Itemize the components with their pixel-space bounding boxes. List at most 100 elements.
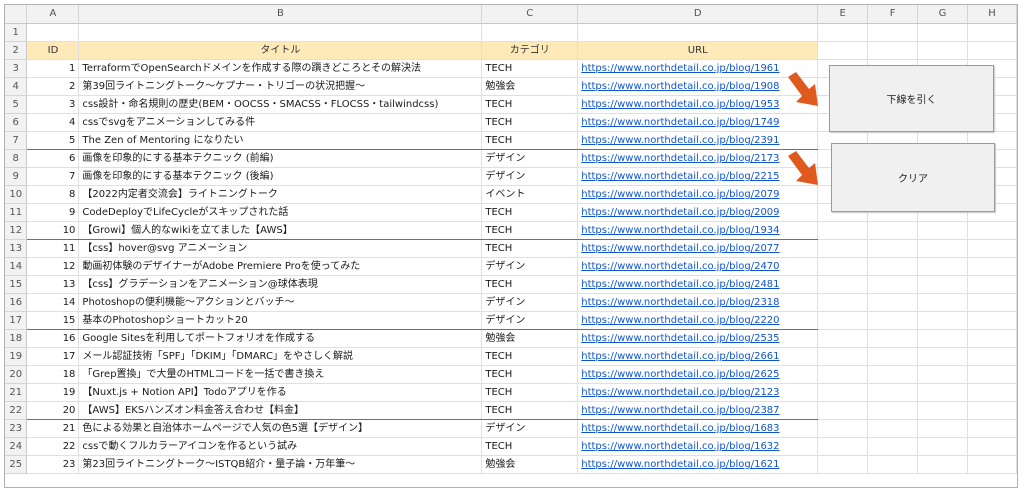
url-link[interactable]: https://www.northdetail.co.jp/blog/1621 [581,459,779,470]
id-cell[interactable]: 6 [26,149,80,168]
url-link[interactable]: https://www.northdetail.co.jp/blog/2470 [581,261,779,272]
empty-cell[interactable] [967,257,1017,276]
row-header[interactable]: 8 [5,149,28,168]
title-cell[interactable]: Photoshopの便利機能～アクションとバッチ～ [78,293,483,312]
url-link[interactable]: https://www.northdetail.co.jp/blog/2077 [581,243,779,254]
title-cell[interactable]: 基本のPhotoshopショートカット20 [78,311,483,330]
url-cell[interactable]: https://www.northdetail.co.jp/blog/1683 [577,419,819,438]
url-link[interactable]: https://www.northdetail.co.jp/blog/1953 [581,99,779,110]
row-header[interactable]: 16 [5,293,28,312]
url-link[interactable]: https://www.northdetail.co.jp/blog/2220 [581,315,779,326]
title-cell[interactable]: 動画初体験のデザイナーがAdobe Premiere Proを使ってみた [78,257,483,276]
id-cell[interactable]: 10 [26,221,80,240]
url-link[interactable]: https://www.northdetail.co.jp/blog/2481 [581,279,779,290]
empty-cell[interactable] [78,23,483,42]
column-header-a[interactable]: A [26,5,80,24]
empty-cell[interactable] [817,311,869,330]
empty-cell[interactable] [817,221,869,240]
category-cell[interactable]: イベント [481,185,579,204]
underline-button[interactable]: 下線を引く [829,65,994,132]
category-cell[interactable]: TECH [481,131,579,150]
column-header-c[interactable]: C [481,5,579,24]
id-cell[interactable]: 1 [26,59,80,78]
empty-cell[interactable] [817,401,869,420]
empty-cell[interactable] [967,293,1017,312]
empty-cell[interactable] [967,455,1017,474]
empty-cell[interactable] [917,257,968,276]
title-cell[interactable]: 画像を印象的にする基本テクニック (後編) [78,167,483,186]
id-cell[interactable]: 15 [26,311,80,330]
id-cell[interactable]: 14 [26,293,80,312]
empty-cell[interactable] [867,437,919,456]
header-title-cell[interactable]: タイトル [78,41,483,60]
empty-cell[interactable] [917,401,968,420]
category-cell[interactable]: デザイン [481,149,579,168]
empty-cell[interactable] [577,23,819,42]
title-cell[interactable]: 第23回ライトニングトーク～ISTQB紹介・量子論・万年筆～ [78,455,483,474]
empty-cell[interactable] [967,41,1017,60]
url-cell[interactable]: https://www.northdetail.co.jp/blog/1621 [577,455,819,474]
id-cell[interactable]: 11 [26,239,80,258]
row-header[interactable]: 14 [5,257,28,276]
row-header[interactable]: 20 [5,365,28,384]
category-cell[interactable]: TECH [481,239,579,258]
empty-cell[interactable] [967,275,1017,294]
empty-cell[interactable] [867,365,919,384]
empty-cell[interactable] [917,23,968,42]
id-cell[interactable]: 8 [26,185,80,204]
empty-cell[interactable] [817,383,869,402]
header-category-cell[interactable]: カテゴリ [481,41,579,60]
url-cell[interactable]: https://www.northdetail.co.jp/blog/2123 [577,383,819,402]
row-header[interactable]: 18 [5,329,28,348]
id-cell[interactable]: 7 [26,167,80,186]
row-header[interactable]: 17 [5,311,28,330]
url-cell[interactable]: https://www.northdetail.co.jp/blog/1632 [577,437,819,456]
row-header[interactable]: 5 [5,95,28,114]
title-cell[interactable]: The Zen of Mentoring になりたい [78,131,483,150]
empty-cell[interactable] [817,365,869,384]
category-cell[interactable]: 勉強会 [481,77,579,96]
title-cell[interactable]: 第39回ライトニングトーク～ケプナー・トリゴーの状況把握～ [78,77,483,96]
category-cell[interactable]: デザイン [481,293,579,312]
id-cell[interactable]: 16 [26,329,80,348]
row-header[interactable]: 10 [5,185,28,204]
title-cell[interactable]: 【css】hover@svg アニメーション [78,239,483,258]
empty-cell[interactable] [817,275,869,294]
category-cell[interactable]: TECH [481,347,579,366]
category-cell[interactable]: TECH [481,221,579,240]
url-link[interactable]: https://www.northdetail.co.jp/blog/1934 [581,225,779,236]
category-cell[interactable]: デザイン [481,167,579,186]
empty-cell[interactable] [917,419,968,438]
header-id-cell[interactable]: ID [26,41,80,60]
empty-cell[interactable] [867,221,919,240]
empty-cell[interactable] [817,239,869,258]
id-cell[interactable]: 4 [26,113,80,132]
category-cell[interactable]: TECH [481,203,579,222]
title-cell[interactable]: Google Sitesを利用してポートフォリオを作成する [78,329,483,348]
row-header[interactable]: 3 [5,59,28,78]
title-cell[interactable]: メール認証技術「SPF」「DKIM」「DMARC」をやさしく解説 [78,347,483,366]
url-link[interactable]: https://www.northdetail.co.jp/blog/2625 [581,369,779,380]
id-cell[interactable]: 21 [26,419,80,438]
empty-cell[interactable] [867,23,919,42]
empty-cell[interactable] [917,383,968,402]
row-header[interactable]: 24 [5,437,28,456]
category-cell[interactable]: デザイン [481,419,579,438]
empty-cell[interactable] [867,275,919,294]
title-cell[interactable]: 「Grep置換」で大量のHTMLコードを一括で書き換え [78,365,483,384]
category-cell[interactable]: デザイン [481,311,579,330]
url-link[interactable]: https://www.northdetail.co.jp/blog/1683 [581,423,779,434]
row-header[interactable]: 6 [5,113,28,132]
row-header[interactable]: 13 [5,239,28,258]
empty-cell[interactable] [817,419,869,438]
empty-cell[interactable] [867,383,919,402]
title-cell[interactable]: 【Nuxt.js + Notion API】Todoアプリを作る [78,383,483,402]
empty-cell[interactable] [817,293,869,312]
empty-cell[interactable] [817,23,869,42]
row-header[interactable]: 11 [5,203,28,222]
empty-cell[interactable] [917,311,968,330]
empty-cell[interactable] [867,347,919,366]
empty-cell[interactable] [967,221,1017,240]
empty-cell[interactable] [867,455,919,474]
empty-cell[interactable] [817,329,869,348]
